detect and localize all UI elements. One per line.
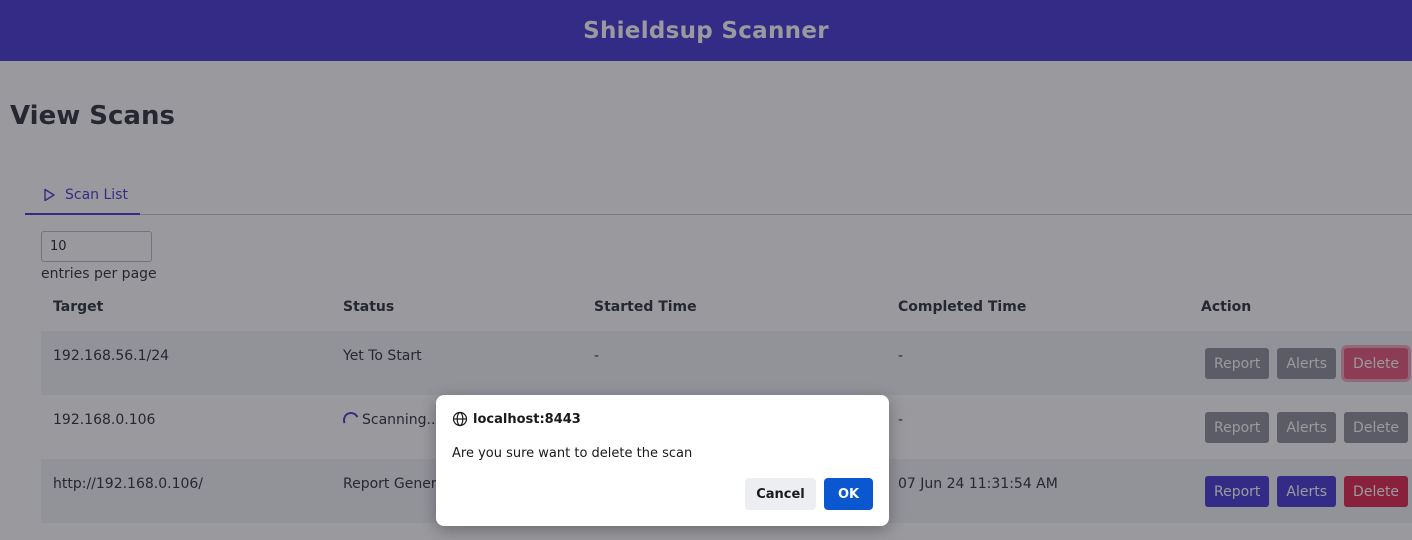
globe-icon bbox=[452, 411, 468, 427]
cancel-button[interactable]: Cancel bbox=[745, 478, 816, 510]
dialog-origin-text: localhost:8443 bbox=[473, 411, 581, 427]
ok-button[interactable]: OK bbox=[824, 478, 873, 510]
dialog-message: Are you sure want to delete the scan bbox=[452, 446, 693, 461]
dialog-origin: localhost:8443 bbox=[452, 411, 581, 427]
confirm-dialog: localhost:8443 Are you sure want to dele… bbox=[436, 395, 889, 526]
